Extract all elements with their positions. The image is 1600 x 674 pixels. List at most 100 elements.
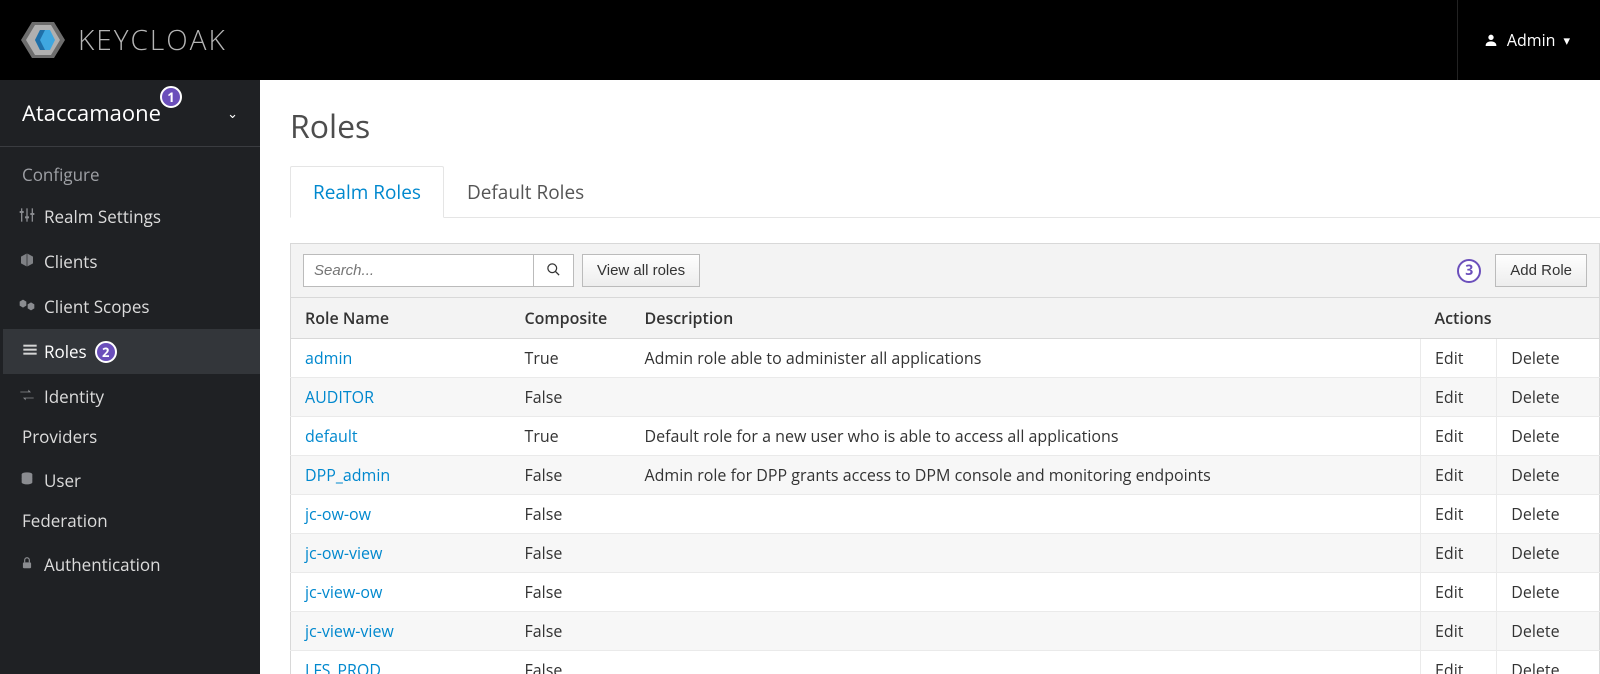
- callout-badge-3: 3: [1457, 259, 1481, 283]
- delete-action[interactable]: Delete: [1497, 456, 1600, 495]
- cell-description: [631, 612, 1421, 651]
- top-bar: KEYCLOAK Admin ▾: [0, 0, 1600, 80]
- user-icon: [1483, 32, 1499, 48]
- account-dropdown[interactable]: Admin ▾: [1457, 0, 1570, 80]
- table-row: defaultTrueDefault role for a new user w…: [291, 417, 1600, 456]
- nav-identity[interactable]: Identity: [0, 374, 260, 419]
- edit-action[interactable]: Edit: [1421, 534, 1497, 573]
- add-role-button[interactable]: Add Role: [1495, 254, 1587, 287]
- nav-client-scopes[interactable]: Client Scopes: [0, 284, 260, 329]
- role-link[interactable]: LFS_PROD: [305, 659, 381, 674]
- th-role-name: Role Name: [291, 298, 511, 339]
- tab-realm-roles[interactable]: Realm Roles: [290, 166, 444, 218]
- table-row: DPP_admin FalseAdmin role for DPP grants …: [291, 456, 1600, 495]
- edit-action[interactable]: Edit: [1421, 573, 1497, 612]
- role-link[interactable]: DPP_admin: [305, 464, 390, 486]
- delete-action[interactable]: Delete: [1497, 417, 1600, 456]
- nav-label: User: [44, 469, 81, 492]
- cell-description: [631, 651, 1421, 674]
- cell-description: Admin role for DPP grants access to DPM …: [631, 456, 1421, 495]
- edit-action[interactable]: Edit: [1421, 612, 1497, 651]
- table-row: jc-ow-ow False EditDelete: [291, 495, 1600, 534]
- cell-composite: False: [511, 651, 631, 674]
- section-configure: Configure: [0, 147, 260, 194]
- nav-realm-settings[interactable]: Realm Settings: [0, 194, 260, 239]
- delete-action[interactable]: Delete: [1497, 495, 1600, 534]
- edit-action[interactable]: Edit: [1421, 339, 1497, 378]
- cell-description: [631, 495, 1421, 534]
- keycloak-logo-icon: [20, 20, 78, 60]
- chevron-down-icon: ⌄: [227, 104, 238, 122]
- role-link[interactable]: jc-ow-ow: [305, 503, 371, 525]
- tab-default-roles[interactable]: Default Roles: [444, 166, 607, 218]
- lock-icon: [18, 553, 36, 576]
- cell-description: Default role for a new user who is able …: [631, 417, 1421, 456]
- role-link[interactable]: jc-view-view: [305, 620, 394, 642]
- nav-label: Realm Settings: [44, 205, 161, 228]
- search-icon: [546, 262, 561, 277]
- role-link[interactable]: AUDITOR: [305, 386, 374, 408]
- nav-clients[interactable]: Clients: [0, 239, 260, 284]
- cell-composite: False: [511, 378, 631, 417]
- cell-description: [631, 378, 1421, 417]
- realm-name: Ataccamaone: [22, 98, 161, 128]
- sidebar: Ataccamaone 1 ⌄ Configure Realm Settings…: [0, 80, 260, 674]
- delete-action[interactable]: Delete: [1497, 573, 1600, 612]
- edit-action[interactable]: Edit: [1421, 456, 1497, 495]
- th-description: Description: [631, 298, 1421, 339]
- delete-action[interactable]: Delete: [1497, 339, 1600, 378]
- nav-label: Identity: [44, 385, 104, 408]
- table-row: jc-ow-view False EditDelete: [291, 534, 1600, 573]
- edit-action[interactable]: Edit: [1421, 495, 1497, 534]
- nav-roles[interactable]: Roles 2: [0, 329, 260, 374]
- delete-action[interactable]: Delete: [1497, 378, 1600, 417]
- cell-composite: True: [511, 339, 631, 378]
- table-row: AUDITOR False EditDelete: [291, 378, 1600, 417]
- edit-action[interactable]: Edit: [1421, 651, 1497, 674]
- realm-selector[interactable]: Ataccamaone 1 ⌄: [0, 80, 260, 147]
- nav-providers-label: Providers: [0, 419, 260, 458]
- cell-description: Admin role able to administer all applic…: [631, 339, 1421, 378]
- role-link[interactable]: jc-ow-view: [305, 542, 382, 564]
- brand-logo[interactable]: KEYCLOAK: [20, 20, 227, 60]
- role-link[interactable]: jc-view-ow: [305, 581, 382, 603]
- account-name: Admin: [1507, 29, 1556, 51]
- page-title: Roles: [290, 105, 1600, 148]
- nav-label: Clients: [44, 250, 97, 273]
- delete-action[interactable]: Delete: [1497, 612, 1600, 651]
- brand-text: KEYCLOAK: [78, 21, 227, 59]
- delete-action[interactable]: Delete: [1497, 534, 1600, 573]
- cell-description: [631, 573, 1421, 612]
- cell-composite: False: [511, 534, 631, 573]
- edit-action[interactable]: Edit: [1421, 417, 1497, 456]
- th-composite: Composite: [511, 298, 631, 339]
- nav-user[interactable]: User: [0, 458, 260, 503]
- cell-composite: False: [511, 495, 631, 534]
- list-icon: [21, 340, 39, 363]
- edit-action[interactable]: Edit: [1421, 378, 1497, 417]
- cell-composite: False: [511, 573, 631, 612]
- cell-composite: False: [511, 612, 631, 651]
- roles-table: Role Name Composite Description Actions …: [290, 298, 1600, 674]
- cube-icon: [18, 250, 36, 273]
- table-row: admin TrueAdmin role able to administer a…: [291, 339, 1600, 378]
- cell-description: [631, 534, 1421, 573]
- delete-action[interactable]: Delete: [1497, 651, 1600, 674]
- exchange-icon: [18, 385, 36, 408]
- cell-composite: False: [511, 456, 631, 495]
- sliders-icon: [18, 205, 36, 228]
- nav-authentication[interactable]: Authentication: [0, 542, 260, 587]
- nav-label: Roles: [44, 340, 87, 363]
- cubes-icon: [18, 295, 36, 318]
- callout-badge-1: 1: [160, 86, 182, 108]
- toolbar: View all roles 3 Add Role: [290, 243, 1600, 298]
- table-row: LFS_PROD False EditDelete: [291, 651, 1600, 674]
- role-link[interactable]: default: [305, 425, 358, 447]
- role-link[interactable]: admin: [305, 347, 352, 369]
- th-actions: Actions: [1421, 298, 1600, 339]
- search-button[interactable]: [533, 254, 574, 287]
- search-input[interactable]: [303, 254, 533, 287]
- table-row: jc-view-view False EditDelete: [291, 612, 1600, 651]
- database-icon: [18, 469, 36, 492]
- view-all-roles-button[interactable]: View all roles: [582, 254, 700, 287]
